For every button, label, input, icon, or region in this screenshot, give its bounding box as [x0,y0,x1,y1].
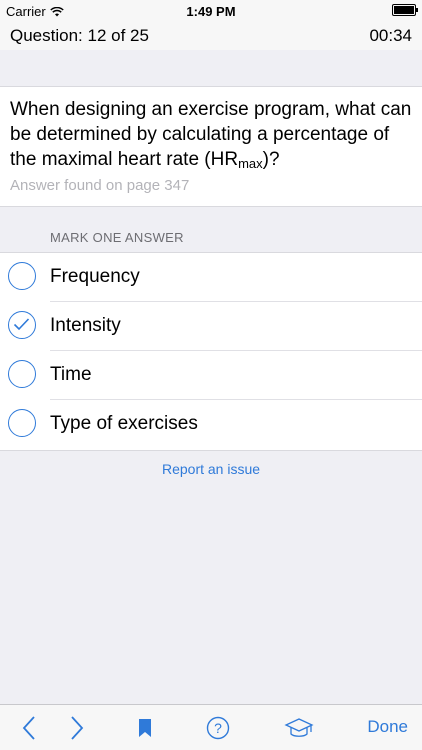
radio-button-icon[interactable] [8,262,36,290]
help-icon: ? [206,716,230,739]
done-button[interactable]: Done [367,717,408,737]
back-button[interactable] [14,705,44,750]
answers-list: Frequency Intensity Time Type of exercis… [0,252,422,451]
question-text: When designing an exercise program, what… [10,97,412,176]
chevron-left-icon [22,715,35,740]
graduation-cap-icon [284,717,314,737]
report-issue-link[interactable]: Report an issue [0,461,422,477]
answer-label: Intensity [50,315,121,336]
status-bar: Carrier 1:49 PM [0,0,422,22]
timer: 00:34 [369,26,412,45]
answer-option-time[interactable]: Time [0,351,422,400]
quiz-screen: Carrier 1:49 PM Question: 12 of 25 00:34… [0,0,422,750]
question-card: When designing an exercise program, what… [0,87,422,207]
answer-option-intensity[interactable]: Intensity [0,302,422,351]
chevron-right-icon [71,715,84,740]
answers-section-header: MARK ONE ANSWER [0,207,422,252]
question-subscript: max [238,156,263,171]
quiz-header: Question: 12 of 25 00:34 [0,22,422,50]
bookmark-button[interactable] [130,705,160,750]
answer-label: Time [50,364,92,385]
battery-icon [392,4,418,16]
answer-label: Type of exercises [50,413,198,434]
question-body: When designing an exercise program, what… [10,99,412,170]
svg-text:?: ? [214,720,222,736]
answer-option-frequency[interactable]: Frequency [0,253,422,302]
radio-checked-icon[interactable] [8,311,36,339]
question-progress: Question: 12 of 25 [10,26,149,45]
help-button[interactable]: ? [203,705,233,750]
bookmark-icon [139,718,151,737]
answer-label: Frequency [50,266,140,287]
answer-page-reference: Answer found on page 347 [10,177,190,194]
bottom-toolbar: ? Done [0,704,422,750]
answer-option-type-of-exercises[interactable]: Type of exercises [0,400,422,449]
checkmark-icon [13,318,30,331]
header-spacer [0,50,422,87]
status-time: 1:49 PM [186,4,236,19]
forward-button[interactable] [62,705,92,750]
answers-header-label: MARK ONE ANSWER [50,230,184,245]
question-suffix: )? [262,149,280,170]
status-right [392,4,418,19]
study-button[interactable] [282,705,316,750]
radio-button-icon[interactable] [8,409,36,437]
radio-button-icon[interactable] [8,360,36,388]
